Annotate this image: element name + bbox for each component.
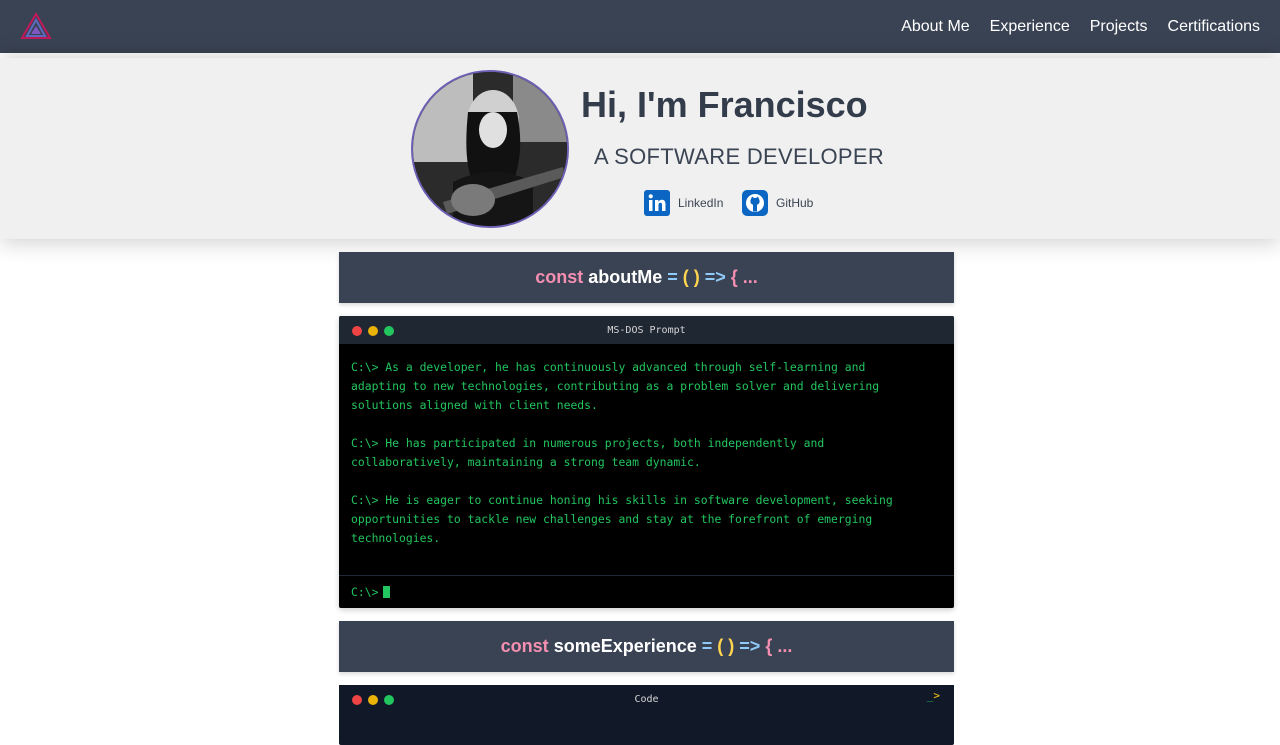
nav-item-experience[interactable]: Experience <box>980 18 1080 36</box>
minimize-dot-icon[interactable] <box>368 695 378 705</box>
terminal-line: C:\> As a developer, he has continuously… <box>351 360 866 374</box>
terminal-paragraph: C:\> As a developer, he has continuously… <box>351 358 942 415</box>
logo-icon[interactable] <box>20 11 52 42</box>
github-link[interactable]: GitHub <box>742 190 813 216</box>
experience-header: const someExperience = ( ) => { ... <box>339 621 954 672</box>
header-arrow: => <box>704 267 726 287</box>
window-controls <box>352 695 394 705</box>
nav-item-about-me[interactable]: About Me <box>891 18 979 36</box>
terminal-line: C:\> He is eager to continue honing his … <box>351 493 893 507</box>
about-me-header: const aboutMe = ( ) => { ... <box>339 252 954 303</box>
github-label: GitHub <box>776 196 814 210</box>
github-icon <box>742 190 768 216</box>
terminal-body: C:\> As a developer, he has continuously… <box>339 344 954 575</box>
avatar-photo <box>413 72 567 226</box>
prompt-gt: > <box>933 689 940 702</box>
code-window: Code _> <box>339 685 954 745</box>
header-equals: = <box>701 636 713 656</box>
terminal-line: C:\> He has participated in numerous pro… <box>351 436 825 450</box>
terminal-paragraph: C:\> He has participated in numerous pro… <box>351 434 942 472</box>
terminal-line: solutions aligned with client needs. <box>351 398 598 412</box>
hero: Hi, I'm Francisco A SOFTWARE DEVELOPER L… <box>0 58 1280 239</box>
nav-links: About Me Experience Projects Certificati… <box>891 18 1270 36</box>
code-titlebar: Code _> <box>339 685 954 713</box>
linkedin-icon <box>644 190 670 216</box>
close-dot-icon[interactable] <box>352 695 362 705</box>
terminal-line: adapting to new technologies, contributi… <box>351 379 880 393</box>
header-identifier: someExperience <box>553 636 697 656</box>
window-controls <box>352 326 394 336</box>
linkedin-link[interactable]: LinkedIn <box>644 190 723 216</box>
minimize-dot-icon[interactable] <box>368 326 378 336</box>
code-prompt-icon: _> <box>927 689 940 702</box>
nav-item-projects[interactable]: Projects <box>1080 18 1158 36</box>
terminal-titlebar: MS-DOS Prompt <box>339 316 954 344</box>
terminal-line: technologies. <box>351 531 441 545</box>
hero-title: Hi, I'm Francisco <box>581 84 868 125</box>
cursor-block <box>383 586 391 598</box>
ms-dos-terminal: MS-DOS Prompt C:\> As a developer, he ha… <box>339 316 954 608</box>
terminal-paragraph: C:\> He is eager to continue honing his … <box>351 491 942 548</box>
header-brace: { ... <box>765 636 793 656</box>
header-arrow: => <box>739 636 761 656</box>
header-identifier: aboutMe <box>588 267 663 287</box>
avatar <box>411 70 569 228</box>
code-window-title: Code <box>634 693 659 705</box>
terminal-line: collaboratively, maintaining a strong te… <box>351 455 701 469</box>
linkedin-label: LinkedIn <box>678 196 724 210</box>
terminal-title: MS-DOS Prompt <box>607 324 686 336</box>
header-brace: { ... <box>730 267 758 287</box>
header-keyword: const <box>535 267 584 287</box>
hero-subtitle: A SOFTWARE DEVELOPER <box>594 144 885 169</box>
maximize-dot-icon[interactable] <box>384 326 394 336</box>
header-parens: ( ) <box>682 267 700 287</box>
navbar: About Me Experience Projects Certificati… <box>0 0 1280 53</box>
terminal-input[interactable]: C:\> <box>339 575 954 608</box>
header-keyword: const <box>500 636 549 656</box>
close-dot-icon[interactable] <box>352 326 362 336</box>
terminal-prompt: C:\> <box>351 585 379 599</box>
header-equals: = <box>667 267 678 287</box>
header-parens: ( ) <box>717 636 735 656</box>
maximize-dot-icon[interactable] <box>384 695 394 705</box>
nav-item-certifications[interactable]: Certifications <box>1158 18 1270 36</box>
terminal-line: opportunities to tackle new challenges a… <box>351 512 873 526</box>
